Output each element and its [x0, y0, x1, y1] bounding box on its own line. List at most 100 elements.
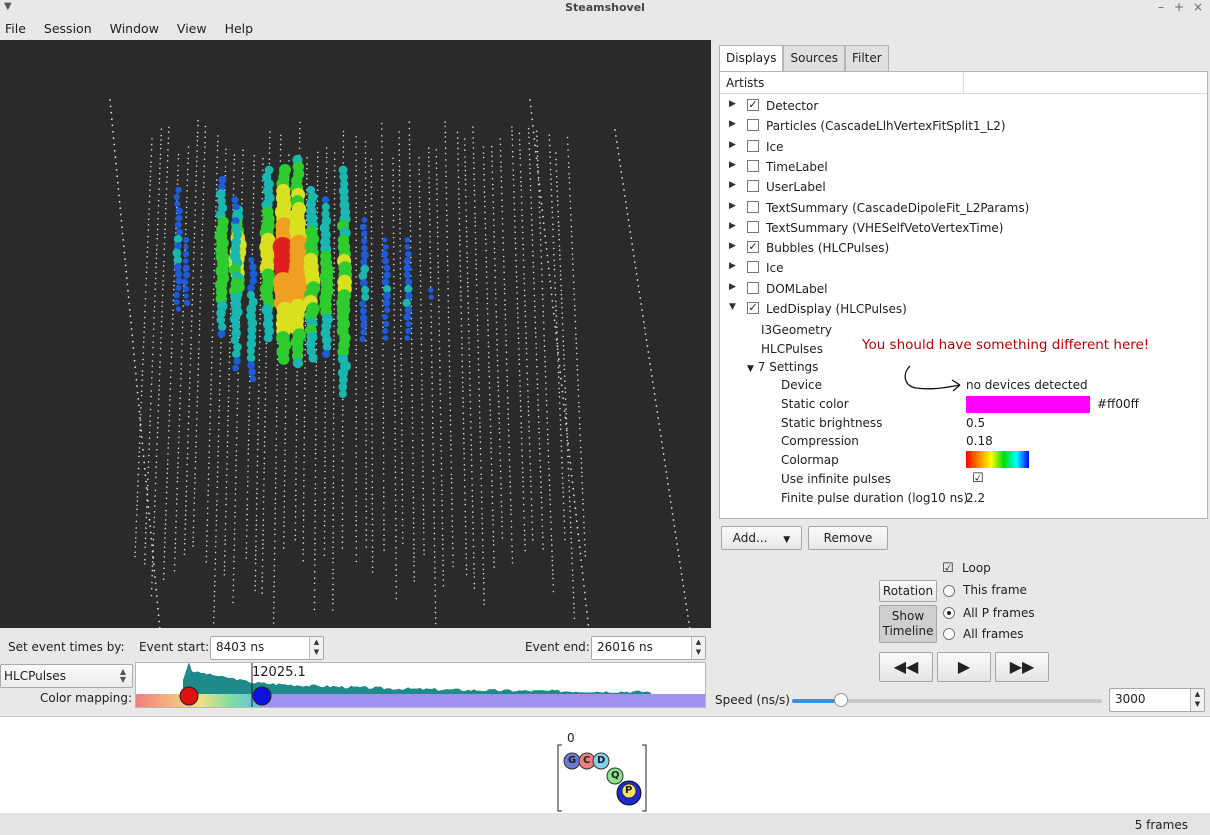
settings-node[interactable]: ▼ 7 Settings: [747, 360, 818, 374]
hit-bubble: [173, 291, 181, 299]
menu-window[interactable]: Window: [110, 21, 159, 36]
input-geometry[interactable]: I3Geometry: [761, 323, 832, 337]
dom-dot: [147, 466, 150, 469]
color-map-tail[interactable]: [262, 694, 706, 708]
dom-dot: [515, 280, 518, 282]
tab-sources[interactable]: Sources: [783, 45, 845, 71]
color-map-gradient[interactable]: [136, 694, 262, 708]
collapsed-icon[interactable]: ▶: [729, 221, 736, 231]
colormap-swatch[interactable]: [966, 451, 1029, 468]
timeline-widget[interactable]: 12025.1: [135, 662, 706, 708]
rotation-button[interactable]: Rotation: [879, 580, 937, 602]
dom-dot: [525, 337, 527, 339]
artist-checkbox[interactable]: [747, 220, 759, 233]
collapsed-icon[interactable]: ▶: [729, 180, 736, 190]
frame-letter-d[interactable]: D: [597, 755, 605, 766]
dom-dot: [121, 226, 123, 229]
dom-dot: [463, 442, 465, 444]
collapsed-icon[interactable]: ▶: [729, 119, 736, 129]
menu-help[interactable]: Help: [225, 21, 254, 36]
add-button[interactable]: Add... ▼: [721, 526, 802, 550]
loop-checkbox[interactable]: ☑: [942, 561, 954, 576]
dom-dot: [446, 236, 449, 238]
dom-dot: [539, 470, 542, 473]
collapsed-icon[interactable]: ▶: [729, 140, 736, 150]
menu-session[interactable]: Session: [44, 21, 92, 36]
static-color-swatch[interactable]: [966, 396, 1090, 413]
tab-filter[interactable]: Filter: [844, 45, 889, 71]
detector-3d-view[interactable]: [0, 40, 711, 628]
this-frame-radio[interactable]: [943, 585, 955, 597]
event-start-input[interactable]: 8403 ns ▲ ▼: [210, 636, 324, 660]
color-map-start-handle[interactable]: [179, 686, 199, 706]
rewind-button[interactable]: ◀◀: [879, 652, 933, 682]
close-icon[interactable]: ×: [1193, 0, 1203, 14]
dom-dot: [148, 437, 151, 439]
dom-dot: [555, 158, 557, 161]
dom-dot: [208, 467, 210, 469]
artist-checkbox[interactable]: [747, 180, 759, 193]
artist-checkbox[interactable]: [747, 119, 759, 132]
dom-dot: [273, 575, 276, 578]
all-frames-radio[interactable]: [943, 628, 955, 640]
spin-arrows-icon[interactable]: ▲ ▼: [309, 637, 323, 659]
compression-value[interactable]: 0.18: [966, 434, 993, 448]
event-end-input[interactable]: 26016 ns ▲ ▼: [591, 636, 706, 660]
menu-file[interactable]: File: [5, 21, 26, 36]
artist-checkbox[interactable]: [747, 261, 759, 274]
play-button[interactable]: ▶: [937, 652, 991, 682]
all-p-frames-radio[interactable]: [943, 607, 955, 619]
dom-dot: [355, 463, 358, 465]
dom-dot: [524, 300, 526, 303]
artist-checkbox[interactable]: ✓: [747, 99, 759, 111]
dom-dot: [492, 212, 495, 215]
frame-strip[interactable]: 0 G C D Q P: [0, 716, 1210, 813]
value-column-header[interactable]: [964, 72, 1207, 93]
maximize-icon[interactable]: +: [1174, 0, 1184, 14]
input-pulses[interactable]: HLCPulses: [761, 342, 823, 356]
artist-checkbox[interactable]: [747, 139, 759, 152]
collapsed-icon[interactable]: ▶: [729, 160, 736, 170]
device-value[interactable]: no devices detected: [966, 378, 1088, 392]
artist-tree[interactable]: Artists ▶ ✓ Detector ▶ Particles (CascadeLlh…: [719, 71, 1208, 519]
frame-letter-q[interactable]: Q: [611, 770, 620, 781]
collapsed-icon[interactable]: ▶: [729, 282, 736, 292]
color-map-end-handle[interactable]: [252, 686, 272, 706]
infinite-pulses-checkbox[interactable]: ☑: [972, 471, 984, 486]
dom-dot: [412, 532, 415, 535]
speed-slider-handle[interactable]: [834, 693, 848, 707]
dom-dot: [261, 565, 264, 568]
fast-forward-button[interactable]: ▶▶: [995, 652, 1049, 682]
spin-arrows-icon[interactable]: ▲ ▼: [1190, 689, 1204, 711]
collapsed-icon[interactable]: ▶: [729, 261, 736, 271]
event-display-canvas[interactable]: [0, 40, 711, 628]
remove-button[interactable]: Remove: [808, 526, 888, 550]
artist-checkbox[interactable]: [747, 281, 759, 294]
static-brightness-value[interactable]: 0.5: [966, 416, 985, 430]
frame-letter-p[interactable]: P: [625, 785, 632, 796]
collapsed-icon[interactable]: ▶: [729, 201, 736, 211]
dom-dot: [394, 466, 397, 468]
spin-arrows-icon[interactable]: ▲ ▼: [691, 637, 705, 659]
speed-input[interactable]: 3000 ▲ ▼: [1109, 688, 1205, 712]
timeline-source-select[interactable]: HLCPulses ▲ ▼: [0, 664, 133, 688]
pulse-histogram[interactable]: [136, 663, 706, 708]
collapsed-icon[interactable]: ▶: [729, 99, 736, 109]
frame-letter-g[interactable]: G: [568, 755, 576, 766]
artist-checkbox[interactable]: ✓: [747, 302, 759, 314]
dom-dot: [392, 162, 394, 165]
finite-duration-value[interactable]: 2.2: [966, 491, 985, 505]
expanded-icon[interactable]: ▼: [729, 302, 736, 312]
dom-dot: [247, 439, 250, 442]
artist-checkbox[interactable]: ✓: [747, 241, 759, 254]
artist-checkbox[interactable]: [747, 200, 759, 213]
tab-displays[interactable]: Displays: [719, 45, 784, 71]
show-timeline-button[interactable]: Show Timeline: [879, 605, 937, 643]
artist-checkbox[interactable]: [747, 159, 759, 172]
menu-view[interactable]: View: [177, 21, 207, 36]
dom-dot: [480, 491, 483, 493]
minimize-icon[interactable]: –: [1158, 0, 1164, 14]
collapsed-icon[interactable]: ▶: [729, 241, 736, 251]
frame-letter-c[interactable]: C: [583, 755, 590, 766]
artists-column-header[interactable]: Artists: [720, 72, 964, 93]
